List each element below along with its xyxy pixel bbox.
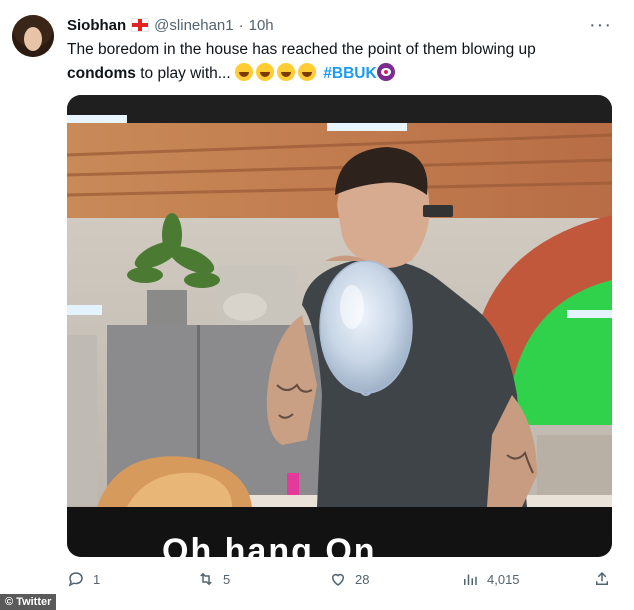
tweet-text-bold: condoms <box>67 65 136 82</box>
image-credit: © Twitter <box>0 594 57 610</box>
tv-caption-text: Oh hang On <box>162 532 377 557</box>
tv-screenshot-scene <box>67 95 612 557</box>
tweet: Siobhan @slinehan1 · 10h ··· The boredom… <box>0 0 634 610</box>
display-name[interactable]: Siobhan <box>67 17 126 34</box>
rofl-emoji-icon <box>234 63 253 81</box>
rofl-emoji-icon <box>276 63 295 81</box>
timestamp[interactable]: 10h <box>249 17 274 34</box>
reply-button[interactable]: 1 <box>67 570 100 588</box>
tweet-text-part2: to play with... <box>135 65 235 82</box>
england-flag-icon <box>131 18 150 32</box>
share-button[interactable] <box>593 570 611 588</box>
eye-emoji-icon <box>376 63 395 81</box>
share-icon <box>596 571 608 585</box>
rofl-emoji-icon <box>297 63 316 81</box>
retweet-icon <box>200 572 212 586</box>
user-handle[interactable]: @slinehan1 <box>154 17 233 34</box>
action-bar: 1 5 28 4,015 <box>67 570 612 592</box>
rofl-emoji-icon <box>255 63 274 81</box>
views-count: 4,015 <box>487 571 520 587</box>
heart-icon <box>331 573 345 586</box>
views-chart-icon <box>464 574 477 585</box>
more-options-icon[interactable]: ··· <box>589 14 612 37</box>
reply-icon <box>68 572 83 587</box>
views-button[interactable]: 4,015 <box>461 570 520 588</box>
separator-dot: · <box>238 16 244 34</box>
reply-count: 1 <box>93 571 101 587</box>
hashtag-link[interactable]: #BBUK <box>323 65 376 82</box>
retweet-count: 5 <box>223 571 231 587</box>
tweet-text-part1: The boredom in the house has reached the… <box>67 41 536 58</box>
avatar[interactable] <box>12 15 54 57</box>
like-button[interactable]: 28 <box>329 570 369 588</box>
tweet-header: Siobhan @slinehan1 · 10h <box>67 15 274 35</box>
like-count: 28 <box>355 571 370 587</box>
avatar-face <box>24 27 42 51</box>
tweet-media-image[interactable]: Oh hang On <box>67 95 612 557</box>
tweet-text: The boredom in the house has reached the… <box>67 38 607 86</box>
retweet-button[interactable]: 5 <box>197 570 230 588</box>
